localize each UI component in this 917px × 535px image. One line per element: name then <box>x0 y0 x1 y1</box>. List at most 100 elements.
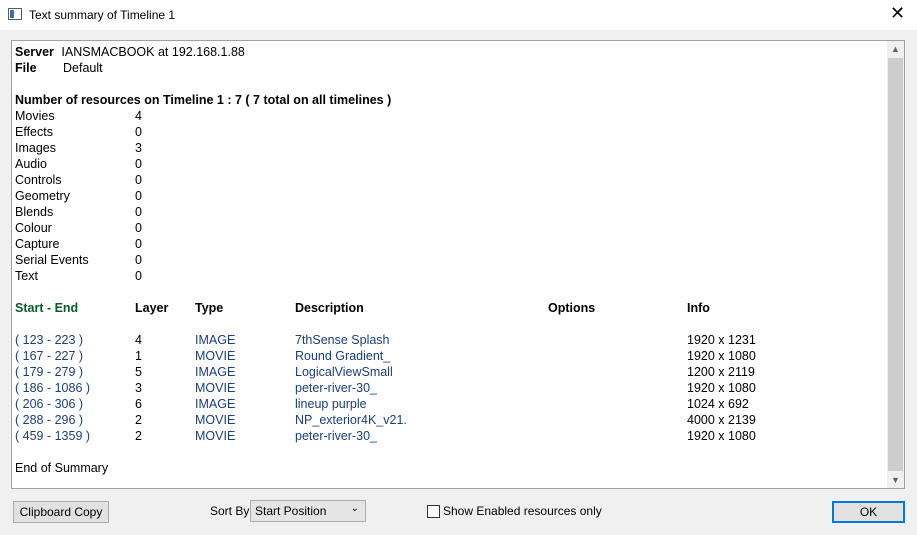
column-header: Start - End <box>15 301 79 315</box>
table-cell-range: ( 206 - 306 ) <box>15 397 84 411</box>
chevron-down-icon[interactable]: ▼ <box>887 472 904 488</box>
resource-count: 3 <box>135 141 142 155</box>
file-label: File <box>15 61 37 75</box>
table-cell-layer: 2 <box>135 413 142 427</box>
table-cell-layer: 6 <box>135 397 142 411</box>
resource-name: Controls <box>15 173 62 187</box>
table-cell-layer: 3 <box>135 381 142 395</box>
resources-heading: Number of resources on Timeline 1 : 7 ( … <box>15 93 392 107</box>
table-cell-info: 1200 x 2119 <box>687 365 755 379</box>
table-cell-description: peter-river-30_ <box>295 429 377 443</box>
table-cell-description: LogicalViewSmall <box>295 365 393 379</box>
table-cell-range: ( 186 - 1086 ) <box>15 381 91 395</box>
server-value: IANSMACBOOK at 192.168.1.88 <box>61 45 245 59</box>
file-line: File Default <box>15 60 103 76</box>
table-cell-type: IMAGE <box>195 333 236 347</box>
resource-count-row: Images 3 <box>15 140 142 156</box>
resource-name: Movies <box>15 109 55 123</box>
column-header: Type <box>195 301 224 315</box>
table-cell-description: lineup purple <box>295 397 367 411</box>
resource-name: Images <box>15 141 56 155</box>
chevron-down-icon: ⌄ <box>350 503 359 514</box>
window-icon <box>8 8 22 20</box>
table-cell-range: ( 179 - 279 ) <box>15 365 84 379</box>
resource-count-row: Controls 0 <box>15 172 142 188</box>
resource-count-row: Serial Events 0 <box>15 252 142 268</box>
resource-count: 0 <box>135 269 142 283</box>
table-cell-layer: 5 <box>135 365 142 379</box>
sort-by-label: Sort By <box>210 504 250 518</box>
resource-name: Text <box>15 269 38 283</box>
resource-count-row: Text 0 <box>15 268 142 284</box>
table-cell-info: 1024 x 692 <box>687 397 749 411</box>
summary-content: Server IANSMACBOOK at 192.168.1.88 File … <box>15 44 884 488</box>
resource-count-row: Blends 0 <box>15 204 142 220</box>
table-cell-description: Round Gradient_ <box>295 349 391 363</box>
resource-count-row: Geometry 0 <box>15 188 142 204</box>
table-cell-type: MOVIE <box>195 381 236 395</box>
chevron-up-icon[interactable]: ▲ <box>887 41 904 57</box>
close-icon[interactable]: ✕ <box>890 4 905 22</box>
resource-count: 0 <box>135 205 142 219</box>
ok-button[interactable]: OK <box>832 501 905 523</box>
resource-count: 0 <box>135 237 142 251</box>
table-cell-range: ( 123 - 223 ) <box>15 333 84 347</box>
column-header: Options <box>548 301 596 315</box>
table-cell-info: 1920 x 1080 <box>687 349 756 363</box>
table-cell-type: MOVIE <box>195 349 236 363</box>
scrollbar-thumb[interactable] <box>888 58 903 471</box>
summary-text-area[interactable]: Server IANSMACBOOK at 192.168.1.88 File … <box>11 40 905 489</box>
resource-name: Serial Events <box>15 253 89 267</box>
resource-count: 0 <box>135 253 142 267</box>
table-cell-layer: 4 <box>135 333 142 347</box>
resource-count: 0 <box>135 157 142 171</box>
column-header: Layer <box>135 301 169 315</box>
resource-count: 0 <box>135 189 142 203</box>
table-cell-layer: 2 <box>135 429 142 443</box>
title-bar: Text summary of Timeline 1 ✕ <box>0 0 917 30</box>
resource-count-row: Audio 0 <box>15 156 142 172</box>
resource-name: Geometry <box>15 189 70 203</box>
sort-by-value: Start Position <box>255 504 327 518</box>
sort-by-select[interactable]: Start Position ⌄ <box>250 500 366 522</box>
resource-count-row: Capture 0 <box>15 236 142 252</box>
table-cell-info: 1920 x 1080 <box>687 381 756 395</box>
resource-count: 0 <box>135 221 142 235</box>
table-cell-description: NP_exterior4K_v21. <box>295 413 407 427</box>
show-enabled-checkbox[interactable] <box>427 505 440 518</box>
show-enabled-label[interactable]: Show Enabled resources only <box>443 504 602 518</box>
resource-count-row: Colour 0 <box>15 220 142 236</box>
end-of-summary: End of Summary <box>15 461 109 475</box>
table-cell-range: ( 167 - 227 ) <box>15 349 84 363</box>
resource-name: Capture <box>15 237 60 251</box>
table-cell-info: 4000 x 2139 <box>687 413 756 427</box>
vertical-scrollbar[interactable]: ▲ ▼ <box>887 41 904 488</box>
table-cell-layer: 1 <box>135 349 142 363</box>
resource-count: 4 <box>135 109 142 123</box>
resource-name: Audio <box>15 157 47 171</box>
table-cell-description: peter-river-30_ <box>295 381 377 395</box>
resource-count-row: Effects 0 <box>15 124 142 140</box>
table-cell-type: MOVIE <box>195 429 236 443</box>
table-cell-type: MOVIE <box>195 413 236 427</box>
column-header: Description <box>295 301 364 315</box>
resource-count-row: Movies 4 <box>15 108 142 124</box>
table-cell-info: 1920 x 1080 <box>687 429 756 443</box>
table-cell-type: IMAGE <box>195 365 236 379</box>
table-cell-range: ( 459 - 1359 ) <box>15 429 91 443</box>
server-line: Server IANSMACBOOK at 192.168.1.88 <box>15 44 245 60</box>
window-title: Text summary of Timeline 1 <box>29 8 176 22</box>
file-value: Default <box>63 61 103 75</box>
clipboard-copy-button[interactable]: Clipboard Copy <box>13 501 109 523</box>
table-cell-info: 1920 x 1231 <box>687 333 756 347</box>
table-cell-type: IMAGE <box>195 397 236 411</box>
resource-count: 0 <box>135 173 142 187</box>
resource-name: Colour <box>15 221 52 235</box>
column-header: Info <box>687 301 710 315</box>
resource-count: 0 <box>135 125 142 139</box>
table-cell-range: ( 288 - 296 ) <box>15 413 84 427</box>
resource-name: Effects <box>15 125 53 139</box>
table-cell-description: 7thSense Splash <box>295 333 390 347</box>
server-label: Server <box>15 45 54 59</box>
resource-name: Blends <box>15 205 54 219</box>
